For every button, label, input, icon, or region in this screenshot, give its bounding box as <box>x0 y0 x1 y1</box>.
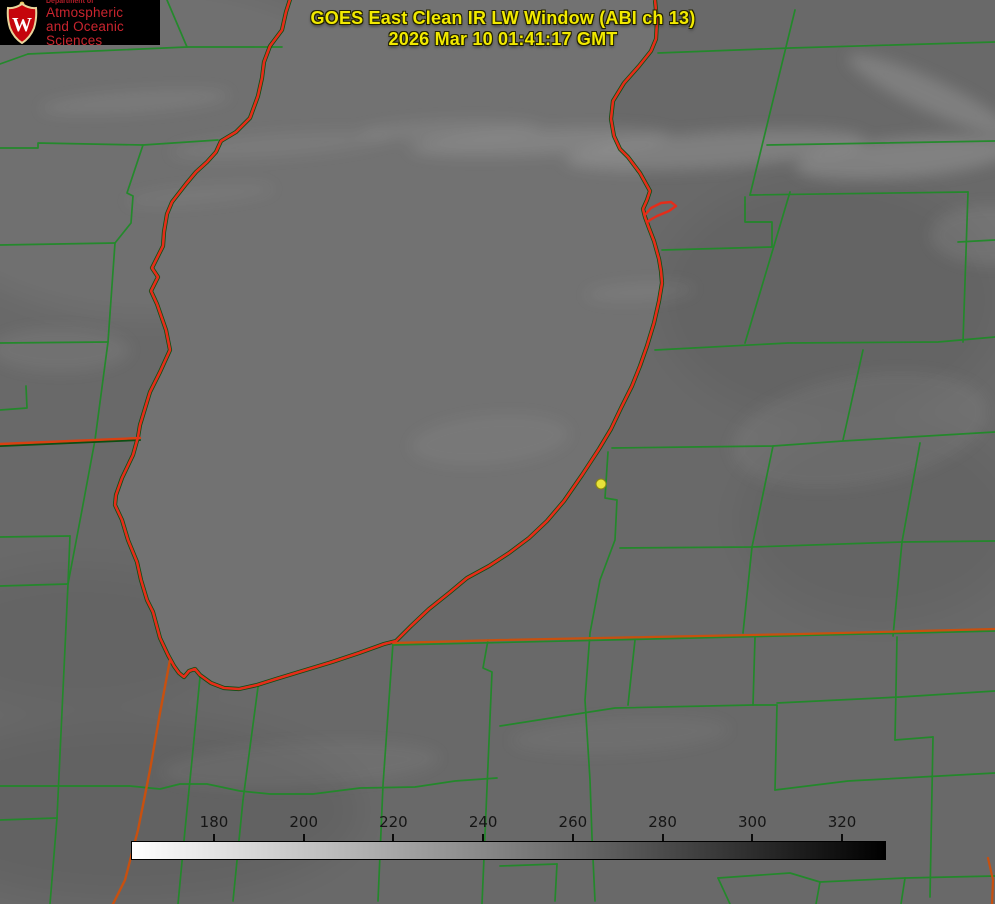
uw-aos-logo: W Department of Atmospheric and Oceanic … <box>0 0 160 45</box>
logo-name-line1: Atmospheric <box>46 6 160 20</box>
timestamp: 2026 Mar 10 01:41:17 GMT <box>150 29 856 50</box>
logo-name-line2: and Oceanic Sciences <box>46 20 160 47</box>
goes-satellite-viewer: 180200220240260280300320 W Department of… <box>0 0 995 904</box>
product-title: GOES East Clean IR LW Window (ABI ch 13) <box>150 8 856 29</box>
location-marker-dot[interactable] <box>596 479 606 489</box>
header-title-block: GOES East Clean IR LW Window (ABI ch 13)… <box>150 8 856 50</box>
crest-letter: W <box>12 14 32 36</box>
uw-crest-icon: W <box>2 1 42 44</box>
satellite-map[interactable] <box>0 0 995 904</box>
